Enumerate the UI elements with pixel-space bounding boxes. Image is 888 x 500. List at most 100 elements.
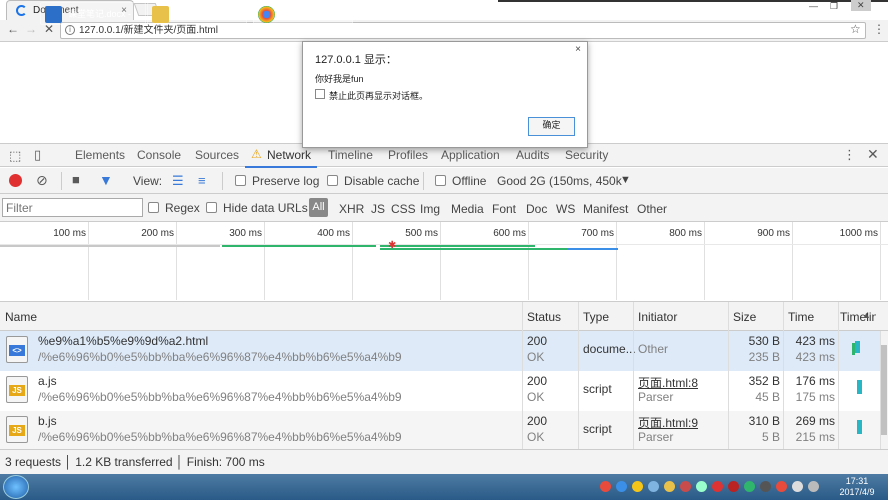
request-initiator-link[interactable]: 页面.html:9 [638,414,698,431]
request-initiator-link[interactable]: 页面.html:8 [638,374,698,391]
devtools-menu-icon[interactable]: ⋮ [843,147,856,163]
request-latency: 423 ms [795,350,835,364]
tab-network[interactable]: Network [267,148,311,162]
maximize-icon[interactable]: ❐ [830,1,838,12]
taskbar-item-word[interactable]: 课堂笔记.docx - ... [40,2,146,25]
tab-sources[interactable]: Sources [195,148,239,162]
tray-icon[interactable] [728,481,739,492]
request-status: 200 [527,334,548,348]
minimize-icon[interactable]: — [809,1,818,11]
view-label: View: [133,174,163,188]
column-time[interactable]: Time [788,310,814,324]
filter-js[interactable]: JS [371,202,385,216]
column-size[interactable]: Size [733,310,756,324]
tray-icon[interactable] [712,481,723,492]
devtools-close-icon[interactable]: ✕ [867,146,879,163]
tray-icon[interactable] [664,481,675,492]
tab-security[interactable]: Security [565,148,608,162]
browser-menu-icon[interactable]: ⋮ [873,22,885,36]
grid-line [176,222,177,300]
request-latency: 175 ms [795,390,835,404]
ok-button[interactable]: 确定 [528,117,575,136]
table-row[interactable]: JS b.js /%e6%96%b0%e5%bb%ba%e6%96%87%e4%… [0,411,880,451]
forward-icon[interactable]: → [25,22,37,36]
tab-timeline[interactable]: Timeline [328,148,373,162]
request-initiator-sub: Parser [638,390,674,404]
request-status: 200 [527,414,548,428]
tick-label: 400 ms [317,228,350,239]
hide-data-urls-label: Hide data URLs [223,201,308,215]
disable-cache-checkbox[interactable] [327,175,338,186]
back-icon[interactable]: ← [7,22,19,36]
tray-icon[interactable] [632,481,643,492]
tab-elements[interactable]: Elements [75,148,125,162]
preserve-log-checkbox[interactable] [235,175,246,186]
filter-ws[interactable]: WS [556,202,575,216]
capture-screenshots-icon[interactable]: ■ [72,172,80,187]
table-row[interactable]: <> %e9%a1%b5%e9%9d%a2.html /%e6%96%b0%e5… [0,331,880,371]
tick-label: 100 ms [53,228,86,239]
taskbar-item-chrome[interactable]: Document - Go... [253,2,353,25]
tray-icon[interactable] [696,481,707,492]
filter-icon[interactable]: ▼ [99,172,113,188]
request-status-text: OK [527,390,545,404]
tray-icon[interactable] [648,481,659,492]
window-close-icon[interactable]: ✕ [851,0,871,11]
filter-all-button[interactable]: All [309,198,328,217]
overview-bar-green [380,245,535,247]
system-clock[interactable]: 17:31 2017/4/9 [832,476,882,498]
record-icon[interactable] [9,174,22,187]
filter-img[interactable]: Img [420,202,440,216]
request-size: 352 B [748,374,780,388]
tab-console[interactable]: Console [137,148,181,162]
speaker-icon[interactable] [808,481,819,492]
filter-other[interactable]: Other [637,202,667,216]
throttling-select[interactable]: Good 2G (150ms, 450k [497,174,622,188]
column-initiator[interactable]: Initiator [638,310,677,324]
column-type[interactable]: Type [583,310,609,324]
filter-media[interactable]: Media [451,202,484,216]
tick-label: 300 ms [229,228,262,239]
tab-profiles[interactable]: Profiles [388,148,428,162]
clear-icon[interactable]: ⊘ [36,172,48,189]
tray-icon[interactable] [616,481,627,492]
request-path: /%e6%96%b0%e5%bb%ba%e6%96%87%e4%bb%b6%e5… [38,390,402,404]
offline-checkbox[interactable] [435,175,446,186]
column-name[interactable]: Name [5,310,37,324]
tray-icon[interactable] [680,481,691,492]
tab-application[interactable]: Application [441,148,500,162]
start-button[interactable] [3,475,29,499]
waterfall-view-icon[interactable]: ≡ [198,173,206,188]
filter-xhr[interactable]: XHR [339,202,364,216]
filter-input[interactable] [2,198,143,217]
device-toolbar-icon[interactable]: ▯ [34,147,41,163]
folder-icon [152,6,169,23]
column-divider [578,302,579,331]
filter-manifest[interactable]: Manifest [583,202,628,216]
hide-data-urls-checkbox[interactable] [206,202,217,213]
filter-font[interactable]: Font [492,202,516,216]
tray-icon[interactable] [600,481,611,492]
tray-icon[interactable] [776,481,787,492]
dialog-close-icon[interactable]: × [575,44,581,55]
large-rows-icon[interactable]: ☰ [172,173,184,189]
inspect-element-icon[interactable]: ⬚ [9,148,21,164]
column-divider [728,331,729,449]
scrollbar-thumb[interactable] [881,345,887,435]
table-row[interactable]: JS a.js /%e6%96%b0%e5%bb%ba%e6%96%87%e4%… [0,371,880,411]
taskbar-item-folder[interactable]: 新建文件夹 [147,2,247,25]
tray-icon[interactable] [760,481,771,492]
bookmark-star-icon[interactable]: ☆ [850,22,861,36]
filter-doc[interactable]: Doc [526,202,547,216]
grid-line [528,222,529,300]
filter-css[interactable]: CSS [391,202,416,216]
tray-icon[interactable] [792,481,803,492]
network-overview[interactable]: 100 ms 200 ms 300 ms 400 ms 500 ms 600 m… [0,222,888,302]
column-status[interactable]: Status [527,310,561,324]
site-info-icon[interactable]: i [65,25,75,35]
tab-audits[interactable]: Audits [516,148,549,162]
tray-icon[interactable] [744,481,755,492]
regex-checkbox[interactable] [148,202,159,213]
chevron-down-icon[interactable]: ▼ [620,174,631,186]
suppress-dialog-checkbox[interactable] [315,89,325,99]
